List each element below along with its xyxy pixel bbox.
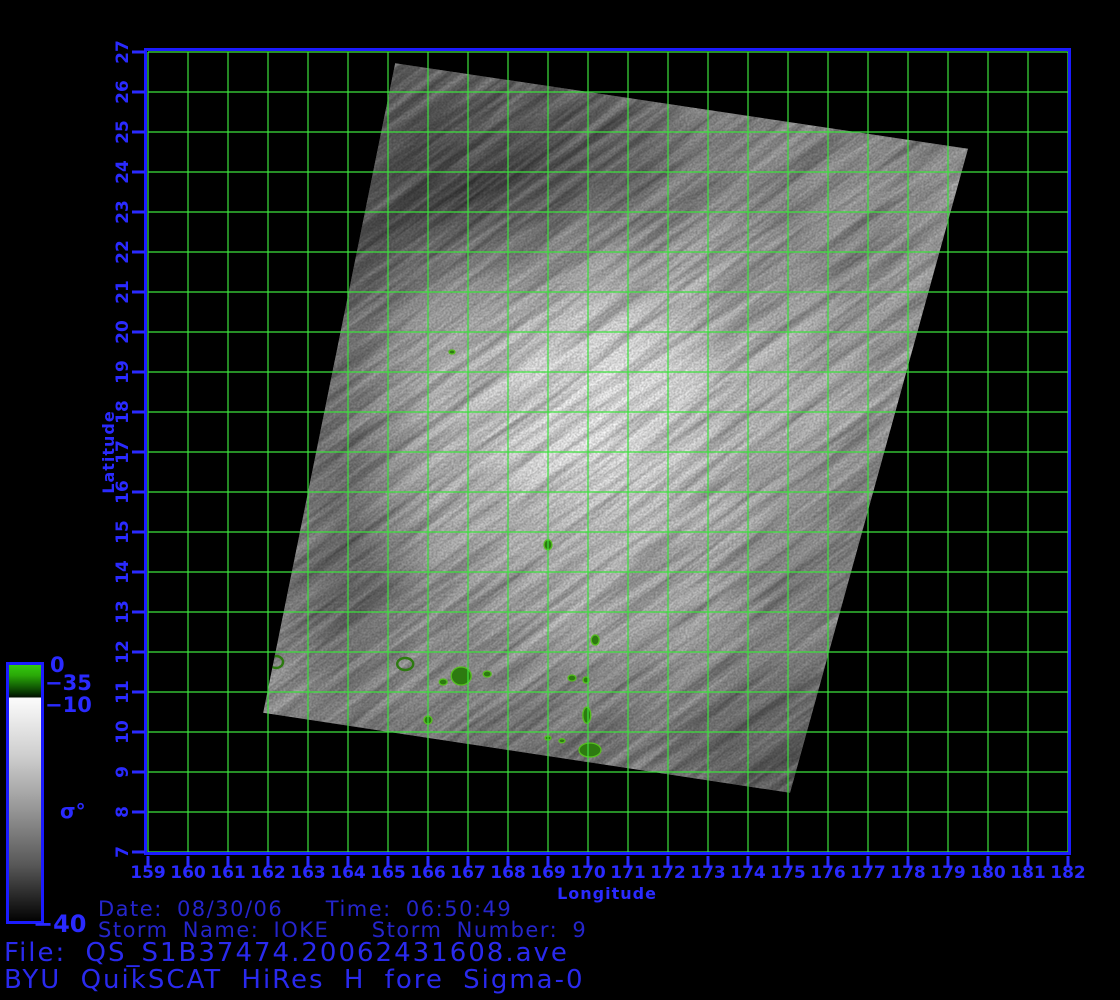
speckle-grain [140,40,1080,870]
y-tick-label: 21 [112,272,134,312]
y-tick-label: 22 [112,232,134,272]
y-tick-label: 25 [112,112,134,152]
x-tick-label: 167 [448,863,488,883]
x-tick-label: 174 [728,863,768,883]
y-tick-label: 26 [112,72,134,112]
y-tick-label: 16 [112,472,134,512]
sigma0-colorbar [6,662,44,924]
x-tick-label: 162 [248,863,288,883]
colorbar-label-minus10: −10 [45,694,92,716]
y-tick-label: 13 [112,592,134,632]
x-tick-label: 171 [608,863,648,883]
y-tick-label: 20 [112,312,134,352]
y-tick-label: 11 [112,672,134,712]
y-tick-label: 14 [112,552,134,592]
sigma0-swath-image [0,0,1120,1000]
product-title-line: BYU QuikSCAT HiRes H fore Sigma-0 [4,965,585,995]
y-tick-label: 23 [112,192,134,232]
x-axis-title: Longitude [547,884,667,903]
y-tick-label: 12 [112,632,134,672]
x-tick-label: 179 [928,863,968,883]
colorbar-unit-sigma: σ° [60,800,86,822]
x-tick-label: 172 [648,863,688,883]
y-tick-label: 17 [112,432,134,472]
x-tick-label: 163 [288,863,328,883]
x-tick-label: 173 [688,863,728,883]
x-tick-label: 169 [528,863,568,883]
x-tick-label: 180 [968,863,1008,883]
x-tick-label: 176 [808,863,848,883]
plot-canvas [0,0,1120,1000]
y-tick-label: 10 [112,712,134,752]
y-tick-label: 9 [112,752,134,792]
colorbar-label-minus40: −40 [33,913,87,935]
colorbar-label-minus35: −35 [45,672,92,694]
island [449,350,455,354]
latlon-grid-overlay [148,52,1068,852]
island [583,707,591,723]
x-tick-label: 159 [128,863,168,883]
x-tick-label: 164 [328,863,368,883]
island [559,739,565,743]
y-tick-label: 8 [112,792,134,832]
y-tick-label: 27 [112,32,134,72]
x-tick-label: 165 [368,863,408,883]
x-tick-label: 178 [888,863,928,883]
quikscat-sigma0-plot: Latitude Longitude 0 −35 −10 σ° −40 Date… [0,0,1120,1000]
island [591,635,599,645]
x-tick-label: 177 [848,863,888,883]
x-tick-label: 166 [408,863,448,883]
island [579,743,601,757]
x-tick-label: 168 [488,863,528,883]
island [439,679,447,685]
y-tick-label: 24 [112,152,134,192]
x-tick-label: 160 [168,863,208,883]
y-tick-label: 19 [112,352,134,392]
y-tick-label: 15 [112,512,134,552]
y-tick-label: 7 [112,832,134,872]
x-tick-label: 175 [768,863,808,883]
x-tick-label: 181 [1008,863,1048,883]
island [483,671,491,677]
x-tick-label: 170 [568,863,608,883]
x-tick-label: 161 [208,863,248,883]
island [568,675,576,681]
file-name-line: File: QS_S1B37474.20062431608.ave [4,938,569,968]
x-tick-label: 182 [1048,863,1088,883]
y-tick-label: 18 [112,392,134,432]
